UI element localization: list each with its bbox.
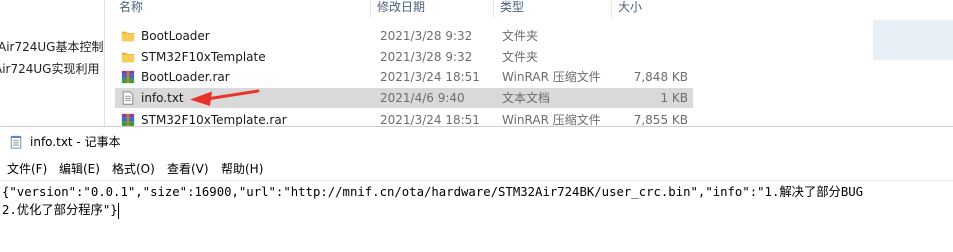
winrar-archive-icon	[121, 113, 135, 126]
file-name: info.txt	[141, 91, 184, 105]
notepad-window: info.txt - 记事本 文件(F) 编辑(E) 格式(O) 查看(V) 帮…	[0, 126, 953, 252]
column-header-type[interactable]: 类型	[494, 0, 612, 18]
title-bar[interactable]: info.txt - 记事本	[0, 127, 953, 157]
text-caret	[117, 202, 119, 219]
file-name: STM32F10xTemplate.rar	[141, 113, 287, 126]
navigation-pane: Air724UG基本控制 Air724UG实现利用	[0, 0, 104, 126]
text-editor[interactable]: {"version":"0.0.1","size":16900,"url":"h…	[0, 180, 953, 252]
file-list: 名称 修改日期 类型 大小 BootLoader 2021/3/28 9:32 …	[105, 0, 693, 126]
details-pane	[873, 0, 953, 126]
file-row-selected[interactable]: info.txt 2021/4/6 9:40 文本文档 1 KB	[115, 88, 693, 108]
folder-icon	[121, 52, 135, 63]
file-row[interactable]: BootLoader.rar 2021/3/24 18:51 WinRAR 压缩…	[115, 67, 693, 87]
winrar-archive-icon	[121, 70, 135, 84]
file-row[interactable]: STM32F10xTemplate.rar 2021/3/24 18:51 Wi…	[115, 110, 693, 126]
file-type: WinRAR 压缩文件	[502, 70, 601, 84]
nav-item[interactable]: Air724UG实现利用	[0, 60, 99, 78]
file-name: BootLoader.rar	[141, 70, 230, 84]
editor-line: 2.优化了部分程序"}	[2, 201, 119, 219]
file-explorer: Air724UG基本控制 Air724UG实现利用 名称 修改日期 类型 大小 …	[0, 0, 953, 126]
file-row[interactable]: BootLoader 2021/3/28 9:32 文件夹	[115, 26, 693, 46]
file-date: 2021/3/24 18:51	[380, 113, 480, 126]
file-name: BootLoader	[141, 29, 210, 43]
column-header-size[interactable]: 大小	[612, 0, 693, 18]
text-file-icon	[122, 91, 134, 105]
file-date: 2021/3/24 18:51	[380, 70, 480, 84]
editor-line-text: 2.优化了部分程序"}	[2, 203, 118, 217]
notepad-icon	[10, 135, 22, 149]
file-date: 2021/4/6 9:40	[380, 91, 465, 105]
file-date: 2021/3/28 9:32	[380, 29, 473, 43]
file-type: 文件夹	[502, 50, 539, 64]
column-headers: 名称 修改日期 类型 大小	[105, 0, 693, 18]
details-highlight	[873, 20, 953, 60]
menu-file[interactable]: 文件(F)	[7, 160, 47, 178]
menu-format[interactable]: 格式(O)	[112, 160, 155, 178]
file-type: 文本文档	[502, 91, 551, 105]
folder-icon	[121, 31, 135, 42]
file-name: STM32F10xTemplate	[141, 50, 266, 64]
file-date: 2021/3/28 9:32	[380, 50, 473, 64]
menu-view[interactable]: 查看(V)	[167, 160, 209, 178]
file-row[interactable]: STM32F10xTemplate 2021/3/28 9:32 文件夹	[115, 47, 693, 67]
menu-bar: 文件(F) 编辑(E) 格式(O) 查看(V) 帮助(H)	[0, 158, 953, 180]
column-header-name[interactable]: 名称	[113, 0, 371, 18]
file-type: WinRAR 压缩文件	[502, 113, 601, 126]
menu-edit[interactable]: 编辑(E)	[59, 160, 100, 178]
editor-line: {"version":"0.0.1","size":16900,"url":"h…	[2, 185, 864, 199]
menu-help[interactable]: 帮助(H)	[221, 160, 263, 178]
file-size: 7,848 KB	[633, 70, 688, 84]
file-type: 文件夹	[502, 29, 539, 43]
file-size: 1 KB	[660, 91, 688, 105]
window-title: info.txt - 记事本	[30, 135, 121, 149]
column-header-date[interactable]: 修改日期	[371, 0, 494, 18]
nav-item[interactable]: Air724UG基本控制	[0, 38, 103, 56]
file-size: 7,855 KB	[633, 113, 688, 126]
